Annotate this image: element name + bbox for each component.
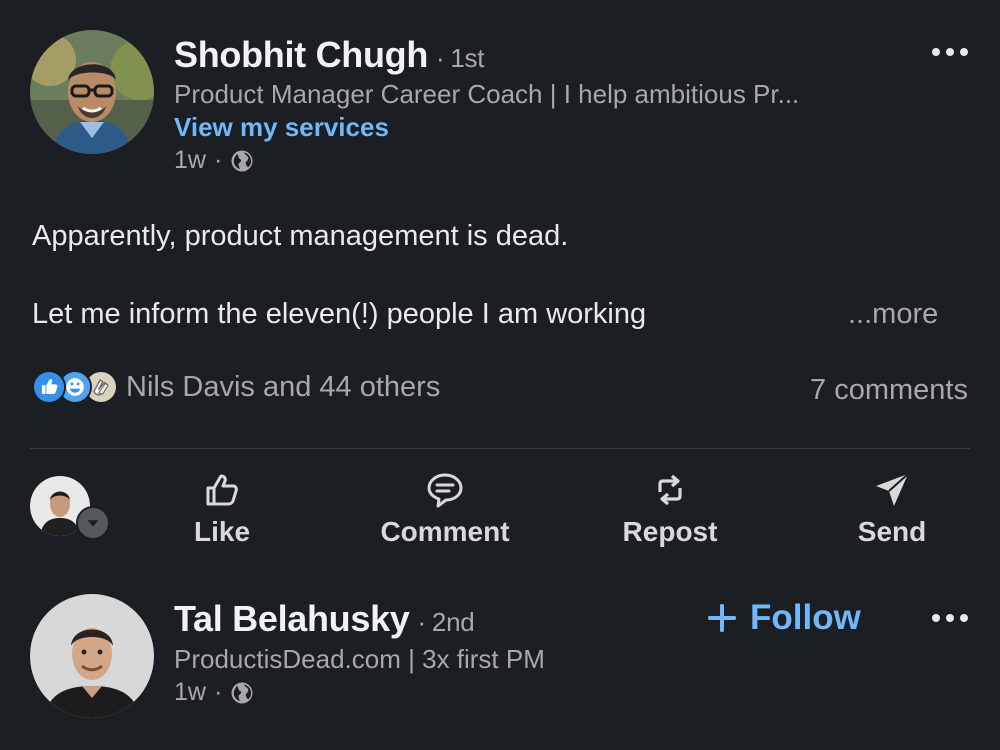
plus-icon bbox=[708, 604, 736, 632]
comment-button[interactable]: Comment bbox=[355, 470, 535, 550]
author-name[interactable]: Shobhit Chugh · 1st bbox=[174, 34, 484, 76]
comments-count[interactable]: 7 comments bbox=[810, 374, 968, 407]
post-text-line-1: Apparently, product management is dead. bbox=[32, 220, 569, 252]
dot bbox=[946, 614, 954, 622]
thumbs-up-icon bbox=[206, 474, 238, 506]
next-post-options-button[interactable] bbox=[930, 606, 970, 630]
post-time: 1w bbox=[174, 146, 206, 174]
dot bbox=[932, 614, 940, 622]
comment-label: Comment bbox=[380, 516, 510, 547]
next-author-avatar[interactable] bbox=[30, 594, 154, 718]
like-label: Like bbox=[193, 516, 251, 547]
dot bbox=[946, 48, 954, 56]
next-author-headline: ProductisDead.com | 3x first PM bbox=[174, 644, 545, 674]
comment-icon bbox=[427, 473, 463, 508]
next-post-meta: 1w · bbox=[174, 678, 254, 707]
dot bbox=[932, 48, 940, 56]
divider bbox=[30, 448, 970, 449]
meta-dot: · bbox=[213, 678, 223, 706]
connection-degree-text: 1st bbox=[450, 43, 485, 73]
actor-switcher[interactable] bbox=[30, 476, 112, 540]
post-options-button[interactable] bbox=[930, 40, 970, 64]
post-text-line-2: Let me inform the eleven(!) people I am … bbox=[32, 298, 647, 330]
author-photo bbox=[30, 30, 154, 154]
reaction-icons bbox=[32, 370, 118, 404]
next-post-time: 1w bbox=[174, 678, 206, 706]
reactions-text: Nils Davis and 44 others bbox=[126, 370, 441, 403]
like-icon bbox=[32, 370, 66, 404]
author-avatar[interactable] bbox=[30, 30, 154, 154]
send-icon bbox=[876, 473, 909, 506]
repost-button[interactable]: Repost bbox=[580, 470, 760, 550]
post-meta: 1w · bbox=[174, 146, 254, 175]
globe-icon bbox=[231, 150, 253, 171]
dot bbox=[960, 614, 968, 622]
see-more-link[interactable]: ...more bbox=[848, 298, 938, 331]
send-label: Send bbox=[857, 516, 927, 547]
follow-label: Follow bbox=[750, 598, 861, 637]
author-headline: Product Manager Career Coach | I help am… bbox=[174, 79, 800, 109]
author-name-text[interactable]: Shobhit Chugh bbox=[174, 34, 428, 75]
follow-button[interactable]: Follow bbox=[706, 598, 861, 638]
reactions-summary[interactable]: Nils Davis and 44 others bbox=[32, 370, 440, 404]
like-button[interactable]: Like bbox=[132, 470, 312, 550]
next-author-photo bbox=[30, 594, 154, 718]
connection-degree: · 1st bbox=[436, 43, 485, 73]
chevron-down-icon bbox=[76, 506, 110, 540]
view-services-link[interactable]: View my services bbox=[174, 112, 389, 143]
next-connection-degree-text: 2nd bbox=[431, 607, 475, 637]
next-connection-degree: · 2nd bbox=[417, 607, 475, 637]
globe-icon bbox=[231, 682, 253, 703]
dot bbox=[960, 48, 968, 56]
repost-label: Repost bbox=[622, 516, 718, 547]
send-button[interactable]: Send bbox=[802, 470, 982, 550]
feed: Shobhit Chugh · 1st Product Manager Career… bbox=[0, 0, 1000, 750]
meta-dot: · bbox=[213, 146, 223, 174]
next-author-name-text[interactable]: Tal Belahusky bbox=[174, 598, 410, 639]
repost-icon bbox=[658, 474, 682, 506]
next-author-name[interactable]: Tal Belahusky · 2nd bbox=[174, 598, 475, 640]
